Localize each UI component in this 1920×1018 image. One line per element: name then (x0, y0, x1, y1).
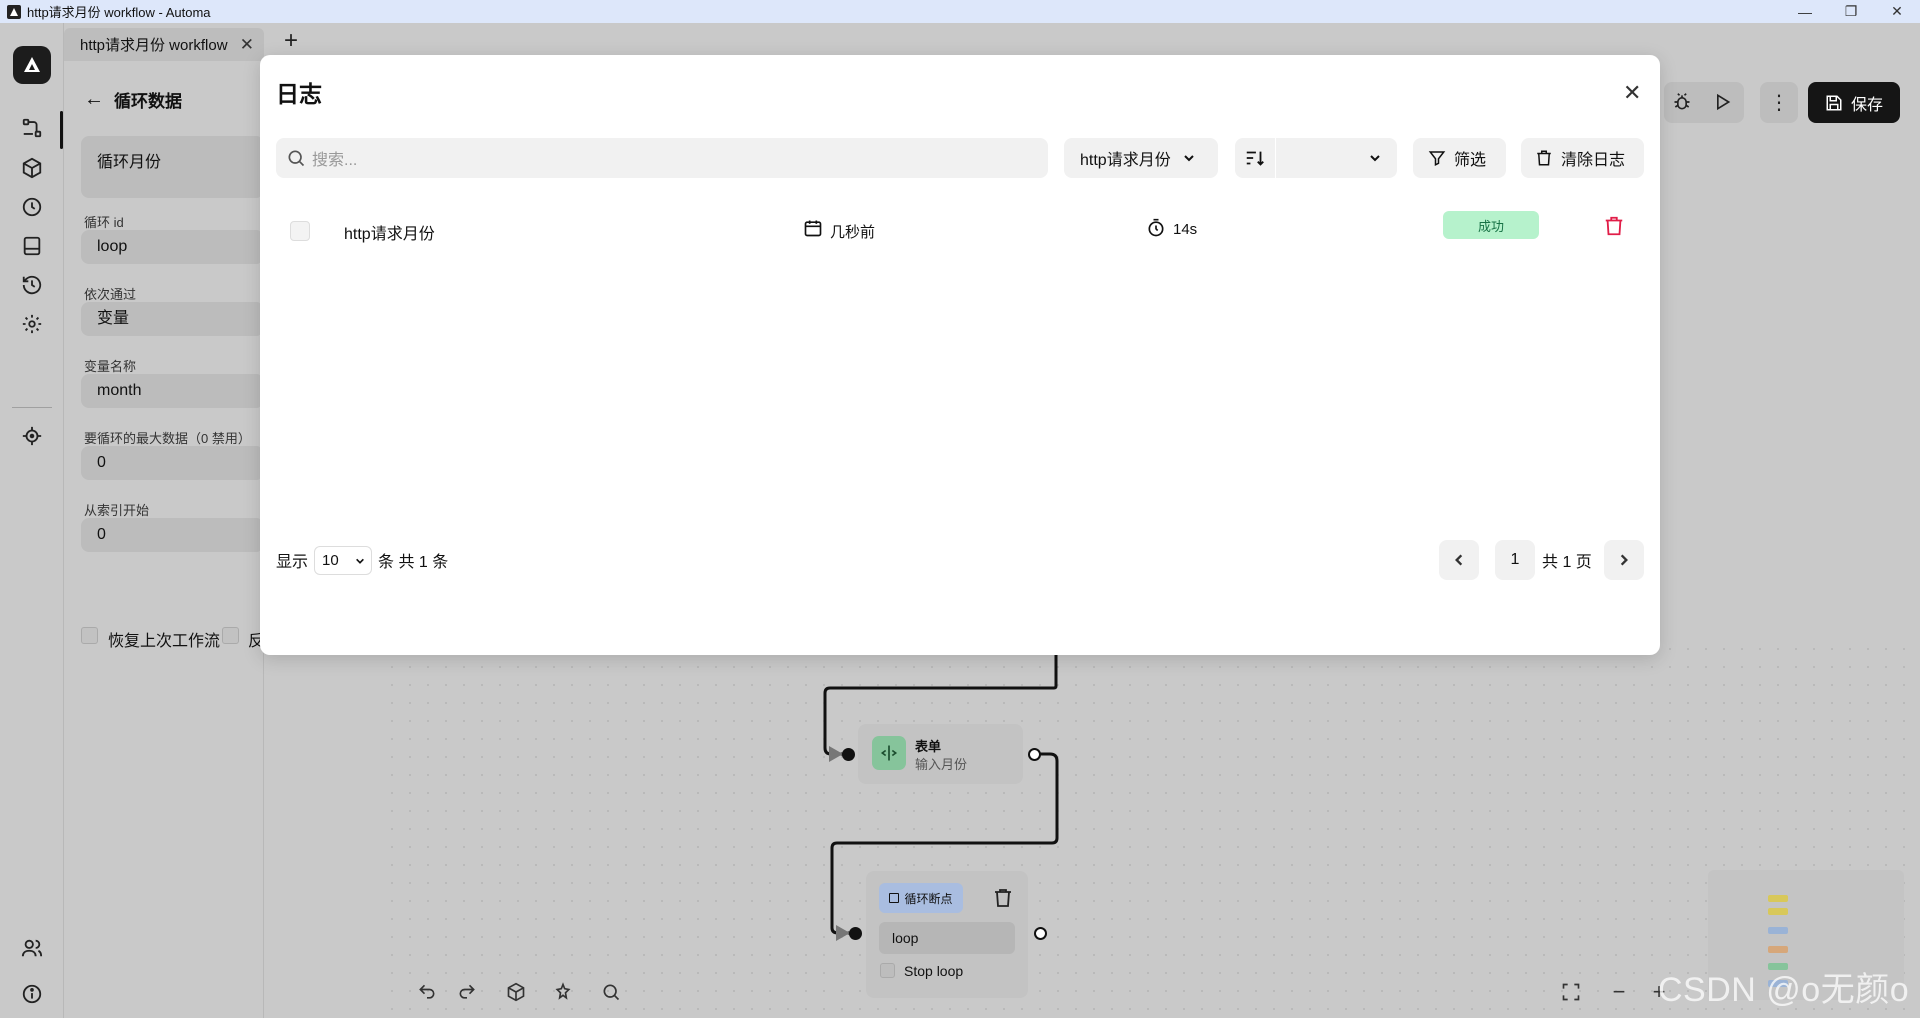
minimap-block (1768, 908, 1788, 915)
stop-loop-label: Stop loop (904, 963, 964, 979)
undo-icon[interactable] (413, 978, 441, 1006)
workflow-filter-select[interactable]: http请求月份 (1064, 138, 1218, 178)
trash-icon (1537, 150, 1551, 166)
search-icon (288, 150, 305, 167)
magic-icon[interactable] (549, 978, 577, 1006)
modal-close-icon[interactable]: ✕ (1623, 80, 1641, 106)
loop-breakpoint-label: 循环断点 (879, 883, 963, 913)
clear-logs-label: 清除日志 (1561, 152, 1626, 169)
clear-logs-button[interactable]: 清除日志 (1521, 138, 1644, 178)
form-node[interactable]: 表单 输入月份 (858, 724, 1023, 784)
chevron-right-icon (1620, 554, 1628, 566)
play-icon[interactable] (1712, 92, 1732, 112)
status-badge: 成功 (1443, 211, 1539, 239)
delete-node-icon[interactable] (994, 888, 1012, 908)
search-placeholder: 搜索... (312, 152, 358, 169)
log-duration: 14s (1173, 221, 1198, 238)
page-size-area: 显示 10 条 共 1 条 (276, 540, 448, 580)
loop-node-input-handle[interactable] (849, 927, 862, 940)
calendar-icon (803, 218, 823, 238)
total-pages-label: 共 1 页 (1542, 554, 1592, 571)
log-row[interactable]: http请求月份 几秒前 14s (276, 200, 1644, 260)
more-options-icon[interactable]: ⋮ (1760, 82, 1798, 123)
save-button[interactable]: 保存 (1808, 82, 1900, 123)
redo-icon[interactable] (453, 978, 481, 1006)
zoom-out-icon[interactable]: − (1605, 978, 1633, 1006)
timer-icon (1146, 218, 1166, 238)
logs-modal: 日志 ✕ 搜索... http请求月份 筛选 清除日志 http请求月份 几秒前… (260, 55, 1660, 655)
chevron-left-icon (1455, 554, 1463, 566)
search-canvas-icon[interactable] (597, 978, 625, 1006)
loop-breakpoint-node[interactable]: 循环断点 loop Stop loop (866, 871, 1028, 998)
sort-order-button[interactable] (1235, 138, 1275, 178)
loop-breakpoint-title: 循环断点 (904, 891, 953, 906)
stop-square-icon (889, 893, 900, 903)
form-node-title: 表单 (915, 739, 942, 754)
loop-breakpoint-id-input[interactable]: loop (879, 922, 1015, 954)
log-started-time: 几秒前 (830, 224, 876, 241)
save-button-label: 保存 (1850, 96, 1883, 114)
loop-node-output-handle[interactable] (1034, 927, 1047, 940)
save-icon (1826, 95, 1842, 110)
next-page-button[interactable] (1604, 540, 1644, 580)
form-node-icon (872, 736, 906, 770)
debug-icon[interactable] (1672, 92, 1692, 112)
show-label: 显示 (276, 554, 309, 571)
form-node-output-handle[interactable] (1028, 748, 1041, 761)
filter-label: 筛选 (1454, 152, 1487, 169)
filter-button[interactable]: 筛选 (1413, 138, 1506, 178)
package-icon[interactable] (502, 978, 530, 1006)
stop-loop-checkbox[interactable] (880, 963, 895, 978)
modal-title: 日志 (276, 81, 322, 107)
run-toolbar-group (1664, 82, 1744, 123)
minimap-block (1768, 927, 1788, 934)
form-node-input-handle[interactable] (842, 748, 855, 761)
filter-icon (1428, 151, 1446, 166)
page-size-value: 10 (322, 551, 339, 569)
log-row-checkbox[interactable] (290, 221, 310, 241)
sort-icon (1246, 151, 1264, 166)
fit-view-icon[interactable] (1557, 978, 1585, 1006)
form-node-subtitle: 输入月份 (915, 757, 968, 772)
csdn-watermark: CSDN @o无颜o (1658, 971, 1910, 1009)
chevron-down-icon (356, 558, 364, 564)
log-search-field[interactable]: 搜索... (276, 138, 1048, 178)
sort-by-select[interactable] (1276, 138, 1397, 178)
minimap-block (1768, 895, 1788, 902)
page-number-input[interactable]: 1 (1495, 540, 1535, 580)
page-size-select[interactable]: 10 (314, 545, 373, 575)
minimap-block (1768, 946, 1788, 953)
chevron-down-icon (1370, 155, 1380, 162)
delete-log-icon[interactable] (1603, 215, 1625, 237)
total-count-label: 条 共 1 条 (378, 554, 449, 571)
log-workflow-name[interactable]: http请求月份 (344, 220, 435, 244)
chevron-down-icon (1183, 155, 1194, 162)
workflow-filter-value: http请求月份 (1080, 152, 1171, 169)
prev-page-button[interactable] (1439, 540, 1479, 580)
